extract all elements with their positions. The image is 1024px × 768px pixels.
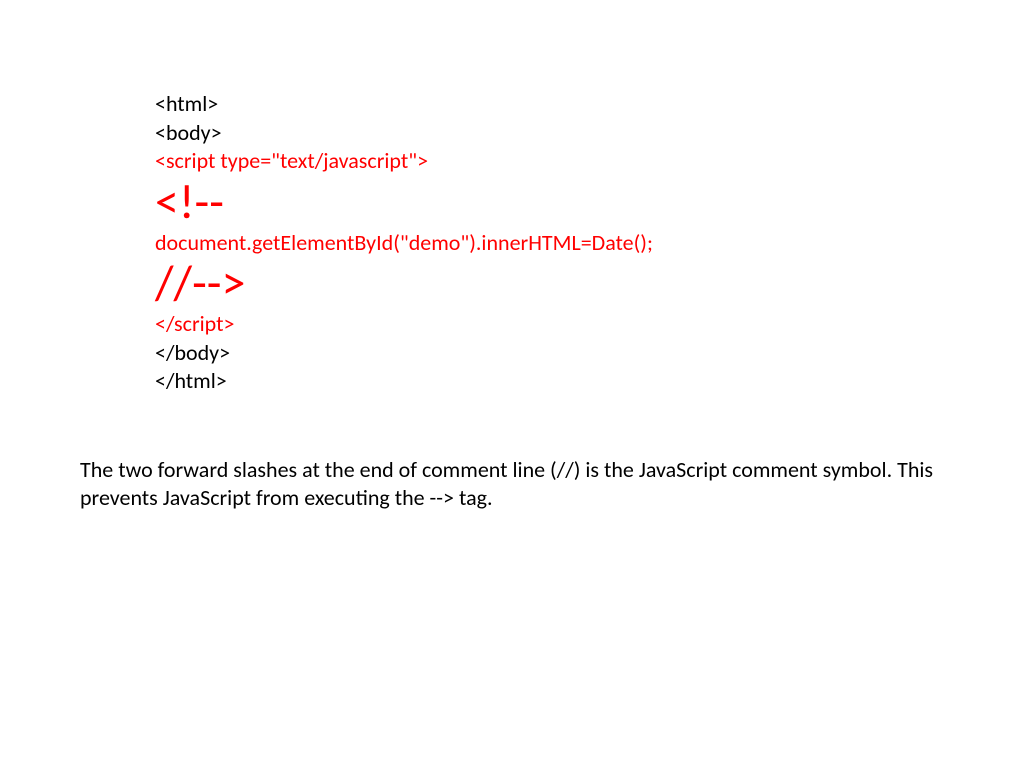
- explanation-text: The two forward slashes at the end of co…: [80, 456, 950, 513]
- code-line-comment-open: <!--: [155, 176, 950, 229]
- code-line-body-open: <body>: [155, 119, 950, 148]
- code-line-script-close: </script>: [155, 310, 950, 339]
- code-line-html-close: </html>: [155, 367, 950, 396]
- code-line-js-statement: document.getElementById("demo").innerHTM…: [155, 229, 950, 258]
- code-line-comment-close: //-->: [155, 257, 950, 310]
- code-line-script-open: <script type="text/javascript">: [155, 147, 950, 176]
- code-line-html-open: <html>: [155, 90, 950, 119]
- code-line-body-close: </body>: [155, 339, 950, 368]
- slide-content: <html> <body> <script type="text/javascr…: [80, 90, 950, 513]
- code-example: <html> <body> <script type="text/javascr…: [155, 90, 950, 396]
